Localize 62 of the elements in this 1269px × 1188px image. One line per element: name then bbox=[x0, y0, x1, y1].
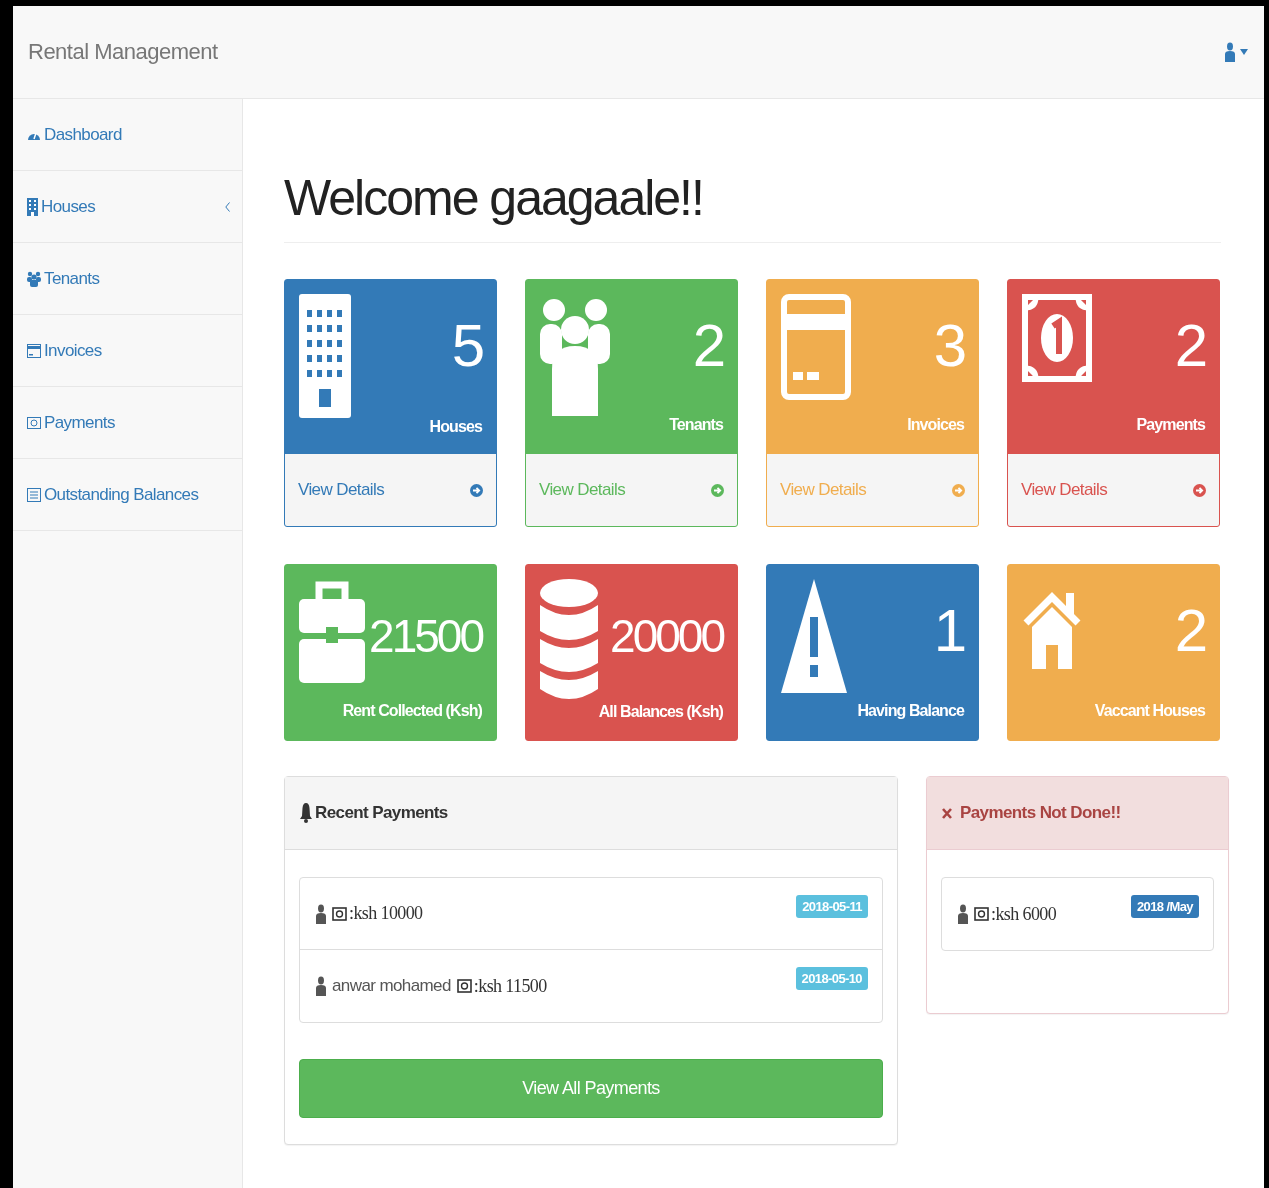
stat-count: 20000 bbox=[610, 613, 723, 659]
view-all-payments-button[interactable]: View All Payments bbox=[299, 1059, 883, 1118]
caret-icon bbox=[1240, 49, 1248, 55]
period-badge: 2018 /May bbox=[1130, 895, 1199, 918]
view-details-link[interactable]: View Details bbox=[285, 454, 496, 526]
stat-label: Tenants bbox=[669, 416, 723, 434]
stat-count: 1 bbox=[933, 601, 964, 661]
arrow-circle-icon bbox=[711, 483, 724, 497]
stat-label: Payments bbox=[1136, 416, 1205, 434]
list-icon bbox=[27, 487, 41, 502]
stat-label: Having Balance bbox=[857, 702, 964, 720]
arrow-circle-icon bbox=[952, 483, 965, 497]
user-icon bbox=[316, 903, 326, 924]
stat-count: 2 bbox=[1174, 601, 1205, 661]
payment-amount: :ksh 10000 bbox=[349, 903, 424, 924]
stat-label: Invoices bbox=[907, 416, 964, 434]
users-icon bbox=[27, 270, 41, 287]
briefcase-icon bbox=[299, 579, 365, 683]
user-icon bbox=[316, 976, 326, 996]
sidebar-item[interactable]: Outstanding Balances bbox=[13, 459, 242, 531]
stat-count: 5 bbox=[451, 316, 482, 376]
arrow-circle-icon bbox=[1193, 483, 1206, 497]
view-details-link[interactable]: View Details bbox=[1008, 454, 1219, 526]
stat-count: 21500 bbox=[369, 613, 482, 659]
building-icon bbox=[299, 294, 351, 418]
sidebar-item[interactable]: Invoices bbox=[13, 315, 242, 387]
payment-amount: :ksh 6000 bbox=[991, 903, 1058, 925]
user-icon bbox=[958, 904, 968, 924]
stat-count: 2 bbox=[692, 316, 723, 376]
date-badge: 2018-05-10 bbox=[795, 967, 868, 990]
money-icon bbox=[27, 415, 41, 430]
stat-label: Rent Collected (Ksh) bbox=[342, 702, 482, 720]
credit-card-icon bbox=[781, 294, 851, 400]
money-icon bbox=[974, 907, 989, 921]
page-title: Welcome gaagaale!! bbox=[284, 171, 1221, 243]
stat-label: All Balances (Ksh) bbox=[598, 703, 723, 721]
date-badge: 2018-05-11 bbox=[796, 895, 868, 918]
sidebar-item[interactable]: Payments bbox=[13, 387, 242, 459]
tenant-name: anwar mohamed bbox=[332, 976, 451, 996]
sidebar-item[interactable]: Tenants bbox=[13, 243, 242, 315]
stat-count: 3 bbox=[933, 316, 964, 376]
stat-label: Houses bbox=[429, 418, 482, 436]
payment-amount: :ksh 11500 bbox=[473, 975, 548, 997]
stat-count: 2 bbox=[1174, 316, 1205, 376]
view-details-link[interactable]: View Details bbox=[526, 454, 737, 526]
arrow-circle-icon bbox=[470, 483, 483, 497]
building-icon bbox=[27, 197, 38, 216]
sidebar-item[interactable]: Houses bbox=[13, 171, 242, 243]
panel-title: Recent Payments bbox=[315, 803, 448, 823]
sidebar-item[interactable]: Dashboard bbox=[13, 99, 242, 171]
warning-icon bbox=[781, 579, 847, 693]
money-icon bbox=[332, 906, 347, 921]
bell-icon bbox=[300, 803, 312, 823]
chevron-left-icon bbox=[225, 201, 230, 212]
panel-title: Payments Not Done!! bbox=[960, 803, 1121, 823]
money-icon bbox=[1022, 294, 1092, 382]
money-icon bbox=[456, 979, 472, 993]
close-icon bbox=[942, 807, 952, 819]
stat-label: Vaccant Houses bbox=[1094, 702, 1205, 720]
credit-card-icon bbox=[27, 342, 41, 359]
brand-title: Rental Management bbox=[28, 39, 218, 65]
user-icon bbox=[1225, 42, 1235, 62]
